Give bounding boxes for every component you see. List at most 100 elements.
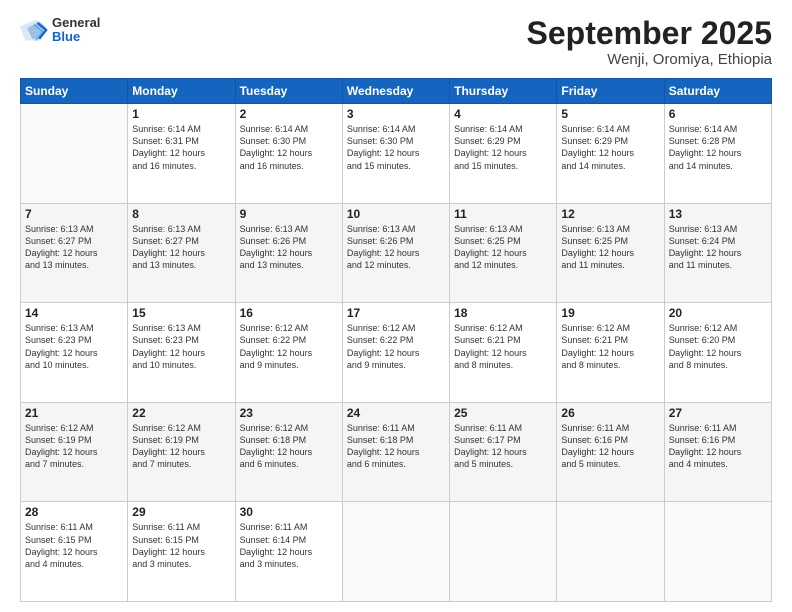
col-header-sunday: Sunday <box>21 79 128 104</box>
day-info: Sunrise: 6:12 AM Sunset: 6:18 PM Dayligh… <box>240 422 338 471</box>
day-info: Sunrise: 6:14 AM Sunset: 6:31 PM Dayligh… <box>132 123 230 172</box>
day-info: Sunrise: 6:13 AM Sunset: 6:24 PM Dayligh… <box>669 223 767 272</box>
day-info: Sunrise: 6:14 AM Sunset: 6:29 PM Dayligh… <box>561 123 659 172</box>
logo: General Blue <box>20 16 100 45</box>
calendar-cell: 9 Sunrise: 6:13 AM Sunset: 6:26 PM Daylig… <box>235 203 342 303</box>
day-number: 7 <box>25 207 123 221</box>
calendar-cell: 7Sunrise: 6:13 AM Sunset: 6:27 PM Daylig… <box>21 203 128 303</box>
calendar-cell: 25 Sunrise: 6:11 AM Sunset: 6:17 PM Dayli… <box>450 402 557 502</box>
day-number: 27 <box>669 406 767 420</box>
day-number: 10 <box>347 207 445 221</box>
day-number: 12 <box>561 207 659 221</box>
day-info: Sunrise: 6:14 AM Sunset: 6:29 PM Dayligh… <box>454 123 552 172</box>
day-number: 28 <box>25 505 123 519</box>
calendar-cell: 3 Sunrise: 6:14 AM Sunset: 6:30 PM Daylig… <box>342 104 449 204</box>
logo-text: General Blue <box>52 16 100 45</box>
day-number: 3 <box>347 107 445 121</box>
calendar-cell <box>21 104 128 204</box>
day-info: Sunrise: 6:12 AM Sunset: 6:22 PM Dayligh… <box>347 322 445 371</box>
day-info: Sunrise: 6:13 AM Sunset: 6:23 PM Dayligh… <box>25 322 123 371</box>
calendar-cell: 16 Sunrise: 6:12 AM Sunset: 6:22 PM Dayli… <box>235 303 342 403</box>
day-info: Sunrise: 6:12 AM Sunset: 6:19 PM Dayligh… <box>25 422 123 471</box>
calendar-cell: 1Sunrise: 6:14 AM Sunset: 6:31 PM Daylig… <box>128 104 235 204</box>
calendar-cell: 4 Sunrise: 6:14 AM Sunset: 6:29 PM Daylig… <box>450 104 557 204</box>
calendar-cell: 15 Sunrise: 6:13 AM Sunset: 6:23 PM Dayli… <box>128 303 235 403</box>
day-number: 13 <box>669 207 767 221</box>
day-number: 8 <box>132 207 230 221</box>
day-number: 9 <box>240 207 338 221</box>
calendar-cell <box>450 502 557 602</box>
calendar-cell: 8Sunrise: 6:13 AM Sunset: 6:27 PM Daylig… <box>128 203 235 303</box>
day-info: Sunrise: 6:12 AM Sunset: 6:19 PM Dayligh… <box>132 422 230 471</box>
calendar-cell: 18 Sunrise: 6:12 AM Sunset: 6:21 PM Dayli… <box>450 303 557 403</box>
calendar-cell: 19 Sunrise: 6:12 AM Sunset: 6:21 PM Dayli… <box>557 303 664 403</box>
day-number: 11 <box>454 207 552 221</box>
calendar-week-4: 21 Sunrise: 6:12 AM Sunset: 6:19 PM Dayli… <box>21 402 772 502</box>
day-info: Sunrise: 6:13 AM Sunset: 6:23 PM Dayligh… <box>132 322 230 371</box>
day-info: Sunrise: 6:13 AM Sunset: 6:26 PM Dayligh… <box>347 223 445 272</box>
day-number: 5 <box>561 107 659 121</box>
day-number: 18 <box>454 306 552 320</box>
day-info: Sunrise: 6:14 AM Sunset: 6:30 PM Dayligh… <box>347 123 445 172</box>
day-info: Sunrise: 6:11 AM Sunset: 6:17 PM Dayligh… <box>454 422 552 471</box>
day-number: 25 <box>454 406 552 420</box>
logo-blue: Blue <box>52 30 100 44</box>
day-info: Sunrise: 6:11 AM Sunset: 6:18 PM Dayligh… <box>347 422 445 471</box>
calendar-cell <box>664 502 771 602</box>
day-info: Sunrise: 6:14 AM Sunset: 6:28 PM Dayligh… <box>669 123 767 172</box>
calendar-cell: 14 Sunrise: 6:13 AM Sunset: 6:23 PM Dayli… <box>21 303 128 403</box>
calendar-cell: 26 Sunrise: 6:11 AM Sunset: 6:16 PM Dayli… <box>557 402 664 502</box>
calendar-cell: 2Sunrise: 6:14 AM Sunset: 6:30 PM Daylig… <box>235 104 342 204</box>
day-info: Sunrise: 6:11 AM Sunset: 6:16 PM Dayligh… <box>669 422 767 471</box>
col-header-wednesday: Wednesday <box>342 79 449 104</box>
calendar-cell: 24 Sunrise: 6:11 AM Sunset: 6:18 PM Dayli… <box>342 402 449 502</box>
day-number: 4 <box>454 107 552 121</box>
day-number: 16 <box>240 306 338 320</box>
day-info: Sunrise: 6:13 AM Sunset: 6:25 PM Dayligh… <box>454 223 552 272</box>
calendar-cell: 6 Sunrise: 6:14 AM Sunset: 6:28 PM Daylig… <box>664 104 771 204</box>
calendar-cell: 27 Sunrise: 6:11 AM Sunset: 6:16 PM Dayli… <box>664 402 771 502</box>
day-info: Sunrise: 6:12 AM Sunset: 6:20 PM Dayligh… <box>669 322 767 371</box>
title-block: September 2025 Wenji, Oromiya, Ethiopia <box>527 16 772 68</box>
logo-icon <box>20 16 48 44</box>
calendar-cell: 23 Sunrise: 6:12 AM Sunset: 6:18 PM Dayli… <box>235 402 342 502</box>
calendar-cell: 5 Sunrise: 6:14 AM Sunset: 6:29 PM Daylig… <box>557 104 664 204</box>
calendar-cell: 20Sunrise: 6:12 AM Sunset: 6:20 PM Dayli… <box>664 303 771 403</box>
day-number: 24 <box>347 406 445 420</box>
day-number: 2 <box>240 107 338 121</box>
day-info: Sunrise: 6:11 AM Sunset: 6:14 PM Dayligh… <box>240 521 338 570</box>
calendar-cell: 30Sunrise: 6:11 AM Sunset: 6:14 PM Dayli… <box>235 502 342 602</box>
day-info: Sunrise: 6:11 AM Sunset: 6:16 PM Dayligh… <box>561 422 659 471</box>
day-info: Sunrise: 6:12 AM Sunset: 6:21 PM Dayligh… <box>561 322 659 371</box>
day-number: 17 <box>347 306 445 320</box>
day-number: 29 <box>132 505 230 519</box>
calendar-cell: 21 Sunrise: 6:12 AM Sunset: 6:19 PM Dayli… <box>21 402 128 502</box>
calendar-cell: 22 Sunrise: 6:12 AM Sunset: 6:19 PM Dayli… <box>128 402 235 502</box>
day-number: 6 <box>669 107 767 121</box>
day-number: 26 <box>561 406 659 420</box>
logo-general: General <box>52 16 100 30</box>
day-info: Sunrise: 6:11 AM Sunset: 6:15 PM Dayligh… <box>25 521 123 570</box>
day-number: 23 <box>240 406 338 420</box>
calendar-week-3: 14 Sunrise: 6:13 AM Sunset: 6:23 PM Dayli… <box>21 303 772 403</box>
day-number: 22 <box>132 406 230 420</box>
day-number: 15 <box>132 306 230 320</box>
calendar-week-5: 28 Sunrise: 6:11 AM Sunset: 6:15 PM Dayli… <box>21 502 772 602</box>
col-header-tuesday: Tuesday <box>235 79 342 104</box>
day-number: 19 <box>561 306 659 320</box>
calendar-cell: 29Sunrise: 6:11 AM Sunset: 6:15 PM Dayli… <box>128 502 235 602</box>
calendar-header-row: SundayMondayTuesdayWednesdayThursdayFrid… <box>21 79 772 104</box>
day-info: Sunrise: 6:12 AM Sunset: 6:21 PM Dayligh… <box>454 322 552 371</box>
day-number: 21 <box>25 406 123 420</box>
calendar-cell: 11 Sunrise: 6:13 AM Sunset: 6:25 PM Dayli… <box>450 203 557 303</box>
calendar-week-1: 1Sunrise: 6:14 AM Sunset: 6:31 PM Daylig… <box>21 104 772 204</box>
col-header-thursday: Thursday <box>450 79 557 104</box>
month-title: September 2025 <box>527 16 772 51</box>
page-header: General Blue September 2025 Wenji, Oromi… <box>20 16 772 68</box>
day-number: 14 <box>25 306 123 320</box>
calendar-cell: 17 Sunrise: 6:12 AM Sunset: 6:22 PM Dayli… <box>342 303 449 403</box>
day-info: Sunrise: 6:12 AM Sunset: 6:22 PM Dayligh… <box>240 322 338 371</box>
col-header-friday: Friday <box>557 79 664 104</box>
day-info: Sunrise: 6:13 AM Sunset: 6:26 PM Dayligh… <box>240 223 338 272</box>
calendar-table: SundayMondayTuesdayWednesdayThursdayFrid… <box>20 78 772 602</box>
